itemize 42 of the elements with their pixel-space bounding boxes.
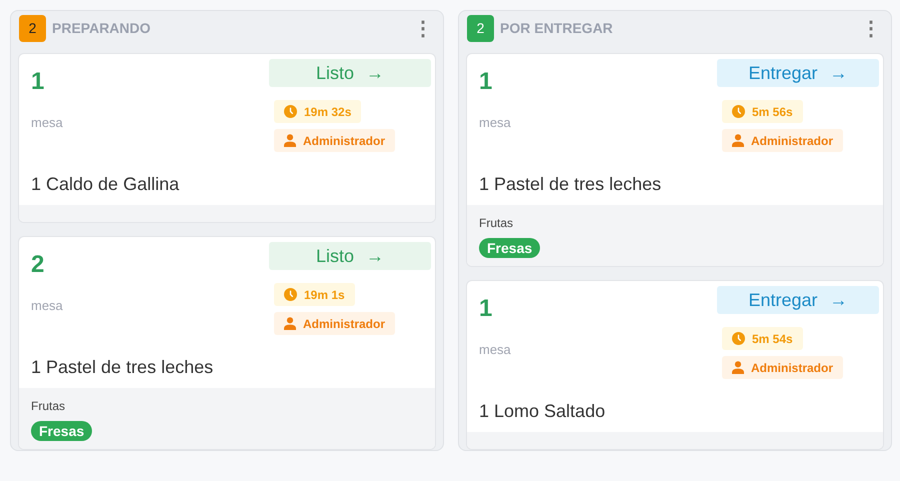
elapsed-time-badge: 5m 54s [722,327,803,350]
order-item: 1 Lomo Saltado [478,400,606,423]
elapsed-time-badge: 19m 32s [274,100,362,123]
user-badge: Administrador [274,312,396,335]
order-item: 1 Pastel de tres leches [30,356,214,379]
elapsed-time-badge: 19m 1s [274,283,355,306]
clock-icon [284,105,297,118]
table-label: mesa [31,115,63,130]
order-number: 2 [31,250,44,280]
user-icon [732,361,744,374]
table-label: mesa [479,115,511,130]
user-badge: Administrador [722,356,844,379]
table-label: mesa [31,298,63,313]
user-icon [284,317,296,330]
action-button[interactable]: Entregar → [717,59,879,87]
action-button[interactable]: Entregar → [717,286,879,314]
column-title: PREPARANDO [52,20,151,36]
user-badge: Administrador [722,129,844,152]
elapsed-time-badge: 5m 56s [722,100,803,123]
user-badge: Administrador [274,129,396,152]
menu-icon[interactable]: ⋮ [861,16,881,40]
order-item: 1 Pastel de tres leches [478,173,662,196]
clock-icon [284,288,297,301]
extras-group-label: Frutas [31,399,66,413]
table-label: mesa [479,342,511,357]
order-item: 1 Caldo de Gallina [30,173,180,196]
action-button[interactable]: Listo → [269,59,431,87]
extras-group-label: Frutas [479,216,514,230]
clock-icon [732,332,745,345]
menu-icon[interactable]: ⋮ [413,16,433,40]
count-badge: 2 [19,14,46,42]
extra-tag: Fresas [479,238,540,258]
order-number: 1 [479,67,492,97]
order-number: 1 [31,67,44,97]
action-button[interactable]: Listo → [269,242,431,270]
column-title: POR ENTREGAR [500,20,613,36]
count-badge: 2 [467,14,494,42]
clock-icon [732,105,745,118]
order-number: 1 [479,294,492,324]
user-icon [732,134,744,147]
user-icon [284,134,296,147]
extra-tag: Fresas [31,421,92,441]
